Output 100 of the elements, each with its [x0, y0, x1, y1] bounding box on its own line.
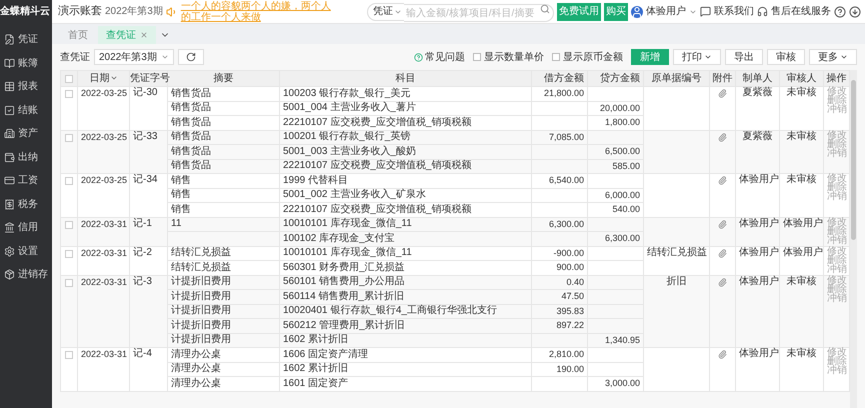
row-checkbox[interactable]	[65, 177, 73, 185]
pen-document-icon	[4, 34, 15, 46]
sidebar-item[interactable]: 工资	[0, 169, 52, 192]
help-icon	[414, 52, 423, 62]
period-select[interactable]: 2022年第3期	[94, 49, 174, 65]
row-checkbox[interactable]	[65, 278, 73, 286]
sidebar-item[interactable]: 进销存	[0, 263, 52, 286]
paperclip-icon[interactable]	[718, 220, 727, 228]
toolbar-button[interactable]: 审核	[767, 49, 805, 65]
close-icon[interactable]	[140, 31, 148, 39]
column-header: 操作	[826, 72, 846, 84]
source-doc-cell: 结转汇兑损益	[647, 246, 707, 258]
help-icon[interactable]	[834, 6, 846, 18]
scrollbar[interactable]	[850, 70, 857, 408]
credit-amount: 20,000.00	[600, 102, 640, 113]
row-checkbox[interactable]	[65, 220, 73, 228]
refresh-button[interactable]	[178, 49, 204, 65]
period-label: 2022年第3期	[105, 4, 163, 19]
paperclip-icon[interactable]	[718, 176, 727, 185]
account-cell: 5001_003 主营业务收入_酸奶	[283, 146, 416, 157]
row-checkbox[interactable]	[65, 250, 73, 258]
voucher-number[interactable]: 记-30	[133, 87, 158, 98]
voucher-number[interactable]: 记-33	[133, 130, 158, 142]
summary-cell: 清理办公桌	[171, 378, 221, 389]
column-header: 制单人	[742, 72, 772, 84]
debit-amount: 6,300.00	[548, 218, 584, 229]
debit-amount: 395.83	[556, 306, 584, 316]
reviewer-cell: 未审核	[786, 174, 816, 185]
account-cell: 100201 银行存款_银行_英镑	[283, 131, 410, 142]
date-cell: 2022-03-25	[81, 175, 128, 185]
paperclip-icon[interactable]	[718, 350, 727, 359]
debit-amount: 190.00	[556, 364, 584, 374]
voucher-number[interactable]: 记-2	[133, 246, 152, 258]
reviewer-cell: 未审核	[786, 130, 816, 142]
account-cell: 1999 代替科目	[283, 174, 348, 186]
credit-amount: 1,340.95	[604, 334, 640, 345]
sidebar-item[interactable]: 设置	[0, 240, 52, 263]
voucher-number[interactable]: 记-1	[133, 218, 152, 228]
column-header: 附件	[712, 72, 732, 84]
caret-icon	[704, 53, 712, 61]
row-checkbox[interactable]	[65, 134, 73, 142]
filter-label: 查凭证	[60, 50, 90, 64]
reviewer-cell: 体验用户	[783, 246, 823, 258]
voucher-number[interactable]: 记-34	[133, 174, 158, 185]
sidebar-item[interactable]: 资产	[0, 122, 52, 146]
account-cell: 100203 银行存款_银行_美元	[283, 88, 410, 99]
date-cell: 2022-03-25	[81, 132, 128, 142]
speaker-icon	[166, 6, 178, 18]
debit-amount: 21,800.00	[544, 88, 584, 98]
account-cell: 1606 固定资产清理	[283, 348, 368, 360]
summary-cell: 清理办公桌	[171, 348, 221, 360]
column-header: 原单据编号	[652, 72, 702, 84]
sidebar-item[interactable]: 账簿	[0, 52, 52, 75]
summary-cell: 销售货品	[171, 160, 211, 172]
voucher-number[interactable]: 记-3	[133, 276, 152, 286]
paperclip-icon[interactable]	[718, 278, 727, 286]
credit-amount: 6,300.00	[604, 233, 640, 244]
account-cell: 10010101 库存现金_微信_11	[283, 218, 412, 230]
checkbox-label: 显示原币金额	[563, 50, 623, 64]
faq-link[interactable]: 常见问题	[425, 50, 465, 64]
toolbar-button[interactable]: 更多	[809, 49, 857, 65]
reviewer-cell: 未审核	[786, 348, 816, 359]
header-checkbox[interactable]	[65, 74, 73, 82]
toolbar-button[interactable]: 导出	[725, 49, 763, 65]
toolbar-button[interactable]: 打印	[673, 49, 721, 65]
account-cell: 1601 固定资产	[283, 378, 348, 389]
paperclip-icon[interactable]	[718, 89, 727, 98]
paperclip-icon[interactable]	[718, 248, 727, 258]
summary-cell: 结转汇兑损益	[171, 247, 231, 258]
column-header: 科目	[396, 72, 416, 84]
row-checkbox[interactable]	[65, 90, 73, 98]
summary-cell: 销售货品	[171, 88, 211, 99]
sidebar-item[interactable]: 报表	[0, 75, 52, 98]
row-checkbox[interactable]	[65, 351, 73, 359]
maker-cell: 体验用户	[739, 174, 779, 185]
summary-cell: 销售货品	[171, 102, 211, 114]
sidebar-item[interactable]: 凭证	[0, 28, 52, 52]
checkbox[interactable]	[552, 53, 560, 61]
checkbox[interactable]	[473, 53, 481, 61]
sidebar-item[interactable]: 结账	[0, 98, 52, 122]
checkbox-label: 显示数量单价	[484, 50, 544, 64]
checked-box-icon	[4, 104, 15, 116]
search-field[interactable]: 输入金额/核算项目/科目/摘要	[404, 4, 554, 22]
summary-cell: 11	[171, 218, 182, 230]
user-menu[interactable]: 体验用户	[646, 4, 686, 19]
sidebar-item[interactable]: 税务	[0, 192, 52, 216]
support-link[interactable]: 售后在线服务	[771, 4, 831, 19]
voucher-number[interactable]: 记-4	[133, 348, 152, 359]
contact-link[interactable]: 联系我们	[714, 4, 754, 19]
building-icon	[4, 128, 15, 140]
debit-amount: 6,540.00	[548, 175, 584, 186]
sidebar-item[interactable]: 信用	[0, 216, 52, 240]
reviewer-cell: 体验用户	[783, 218, 823, 228]
source-doc-cell: 折旧	[666, 276, 686, 286]
sidebar-item[interactable]: 出纳	[0, 146, 52, 169]
account-cell: 1602 累计折旧	[283, 363, 348, 374]
credit-amount: 1,800.00	[604, 117, 640, 128]
paperclip-icon[interactable]	[718, 132, 727, 142]
table-icon	[4, 81, 15, 92]
reviewer-cell: 未审核	[786, 276, 816, 286]
